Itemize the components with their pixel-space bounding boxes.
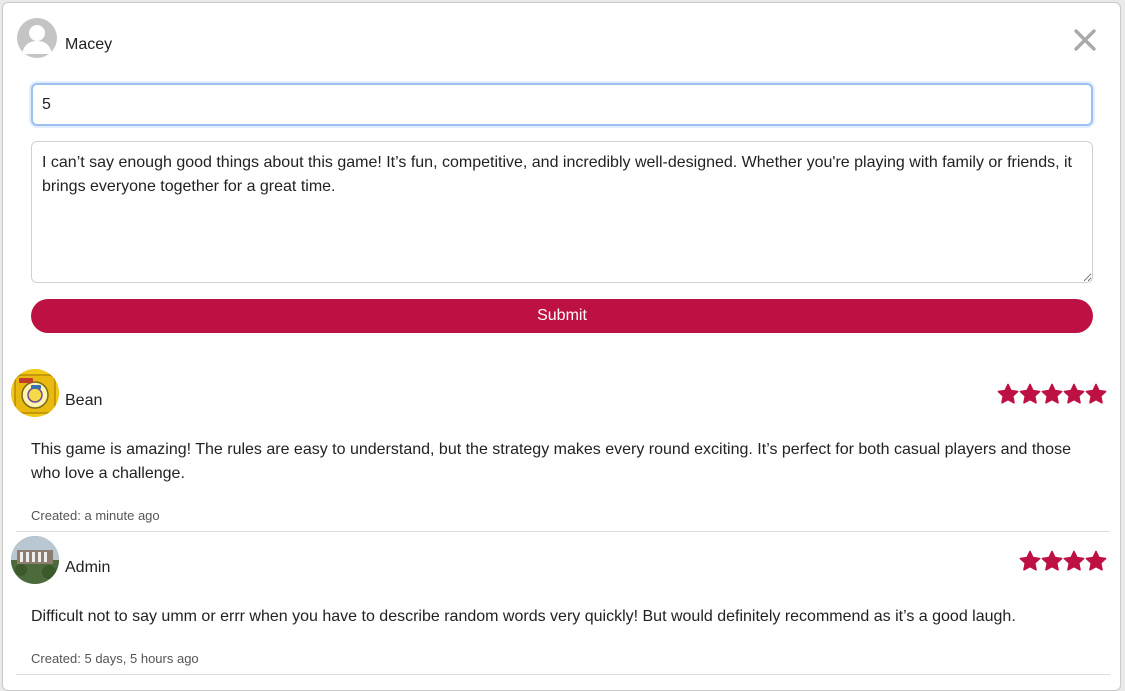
star-icon <box>1041 550 1063 571</box>
star-icon <box>1019 383 1041 404</box>
review-created: Created: a minute ago <box>31 508 160 523</box>
star-icon <box>1063 550 1085 571</box>
review-textarea[interactable]: I can’t say enough good things about thi… <box>31 141 1093 283</box>
review-modal: Macey I can’t say enough good things abo… <box>2 2 1121 691</box>
review-divider <box>16 674 1110 675</box>
close-icon <box>1074 29 1096 51</box>
reviewer-avatar <box>11 536 59 584</box>
review-text: This game is amazing! The rules are easy… <box>31 441 1071 482</box>
review-divider <box>16 531 1110 532</box>
review-created: Created: 5 days, 5 hours ago <box>31 651 199 666</box>
user-avatar-icon <box>17 18 57 58</box>
submit-button[interactable]: Submit <box>31 299 1093 333</box>
review-rating <box>997 383 1107 405</box>
close-button[interactable] <box>1070 25 1100 55</box>
review-rating <box>1019 550 1107 572</box>
current-user-name: Macey <box>65 36 113 53</box>
rating-input[interactable] <box>31 83 1093 126</box>
star-icon <box>1085 550 1107 571</box>
review-text: Difficult not to say umm or errr when yo… <box>31 608 1016 625</box>
star-icon <box>997 383 1019 404</box>
review-author: Admin <box>65 559 111 576</box>
star-icon <box>1019 550 1041 571</box>
review-author: Bean <box>65 392 103 409</box>
star-icon <box>1041 383 1063 404</box>
star-icon <box>1063 383 1085 404</box>
star-icon <box>1085 383 1107 404</box>
reviewer-avatar <box>11 369 59 417</box>
